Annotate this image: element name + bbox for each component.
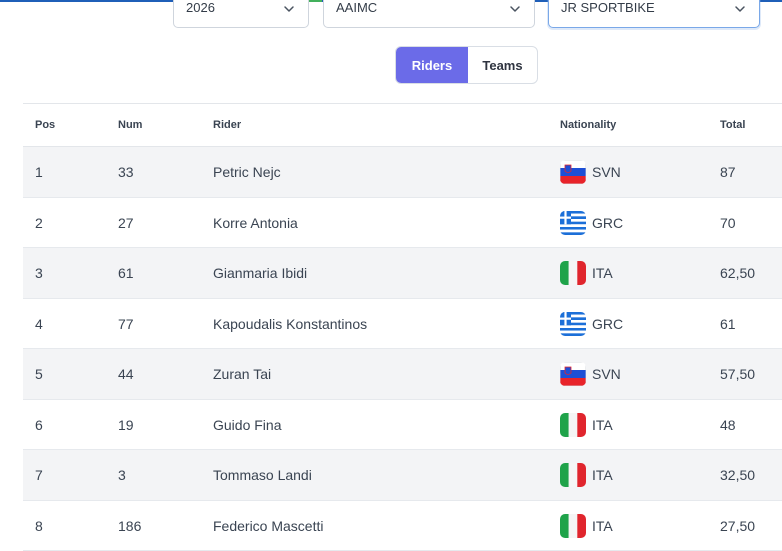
row-rider[interactable]: Federico Mascetti [213, 501, 323, 551]
organization-select-value: AAIMC [336, 0, 508, 15]
riders-teams-toggle: Riders Teams [395, 46, 538, 84]
italy-flag-icon [560, 413, 586, 437]
row-total: 27,50 [720, 501, 755, 551]
italy-flag-icon [560, 463, 586, 487]
row-total: 57,50 [720, 349, 755, 399]
standings-table: Pos Num Rider Nationality Total 133Petri… [23, 103, 782, 551]
header-rider[interactable]: Rider [213, 104, 241, 146]
nationality-code: GRC [592, 198, 623, 248]
nationality-code: ITA [592, 248, 613, 298]
row-nationality: SVN [560, 349, 621, 399]
row-pos: 2 [35, 198, 43, 248]
row-pos: 7 [35, 450, 43, 500]
italy-flag-icon [560, 261, 586, 285]
row-total: 32,50 [720, 450, 755, 500]
table-row[interactable]: 5 44 Zuran Tai SVN 57,50 [23, 349, 782, 400]
header-total[interactable]: Total [720, 104, 745, 146]
nationality-code: SVN [592, 147, 621, 197]
year-select[interactable]: 2026 [173, 0, 309, 28]
row-num: 186 [118, 501, 141, 551]
row-num: 77 [118, 299, 134, 349]
row-total: 62,50 [720, 248, 755, 298]
row-total: 48 [720, 400, 736, 450]
row-pos: 3 [35, 248, 43, 298]
chevron-down-icon [508, 2, 522, 16]
table-header: Pos Num Rider Nationality Total [23, 103, 782, 147]
table-row[interactable]: 2 27 Korre Antonia GRC 70 [23, 198, 782, 249]
row-pos: 1 [35, 147, 43, 197]
table-row[interactable]: 6 19 Guido Fina ITA 48 [23, 400, 782, 451]
italy-flag-icon [560, 514, 586, 538]
row-pos: 4 [35, 299, 43, 349]
teams-tab[interactable]: Teams [468, 47, 537, 83]
row-pos: 6 [35, 400, 43, 450]
greece-flag-icon [560, 211, 586, 235]
row-num: 44 [118, 349, 134, 399]
nationality-code: SVN [592, 349, 621, 399]
row-total: 87 [720, 147, 736, 197]
row-rider[interactable]: Gianmaria Ibidi [213, 248, 307, 298]
row-num: 33 [118, 147, 134, 197]
row-num: 61 [118, 248, 134, 298]
row-num: 3 [118, 450, 126, 500]
row-rider[interactable]: Korre Antonia [213, 198, 298, 248]
row-nationality: SVN [560, 147, 621, 197]
table-row[interactable]: 1 33 Petric Nejc SVN 87 [23, 147, 782, 198]
nationality-code: GRC [592, 299, 623, 349]
chevron-down-icon [733, 2, 747, 16]
row-rider[interactable]: Tommaso Landi [213, 450, 312, 500]
table-row[interactable]: 7 3 Tommaso Landi ITA 32,50 [23, 450, 782, 501]
row-nationality: GRC [560, 198, 623, 248]
row-num: 19 [118, 400, 134, 450]
row-rider[interactable]: Zuran Tai [213, 349, 271, 399]
chevron-down-icon [282, 2, 296, 16]
class-select[interactable]: JR SPORTBIKE [548, 0, 760, 28]
row-pos: 5 [35, 349, 43, 399]
class-select-value: JR SPORTBIKE [561, 0, 733, 15]
organization-select[interactable]: AAIMC [323, 0, 535, 28]
nationality-code: ITA [592, 400, 613, 450]
row-rider[interactable]: Guido Fina [213, 400, 281, 450]
slovenia-flag-icon [560, 160, 586, 184]
header-nationality[interactable]: Nationality [560, 104, 616, 146]
slovenia-flag-icon [560, 362, 586, 386]
nationality-code: ITA [592, 501, 613, 551]
year-select-value: 2026 [186, 0, 282, 15]
riders-tab[interactable]: Riders [396, 47, 468, 83]
row-nationality: ITA [560, 248, 613, 298]
table-row[interactable]: 8 186 Federico Mascetti ITA 27,50 [23, 501, 782, 551]
row-total: 61 [720, 299, 736, 349]
row-nationality: ITA [560, 501, 613, 551]
row-rider[interactable]: Petric Nejc [213, 147, 281, 197]
row-pos: 8 [35, 501, 43, 551]
header-pos[interactable]: Pos [35, 104, 55, 146]
row-num: 27 [118, 198, 134, 248]
row-total: 70 [720, 198, 736, 248]
greece-flag-icon [560, 312, 586, 336]
row-rider[interactable]: Kapoudalis Konstantinos [213, 299, 367, 349]
row-nationality: ITA [560, 450, 613, 500]
table-body: 133Petric NejcSVN87227Korre AntoniaGRC70… [23, 147, 782, 551]
nationality-code: ITA [592, 450, 613, 500]
row-nationality: GRC [560, 299, 623, 349]
table-row[interactable]: 4 77 Kapoudalis Konstantinos GRC 61 [23, 299, 782, 350]
table-row[interactable]: 3 61 Gianmaria Ibidi ITA 62,50 [23, 248, 782, 299]
row-nationality: ITA [560, 400, 613, 450]
header-num[interactable]: Num [118, 104, 142, 146]
